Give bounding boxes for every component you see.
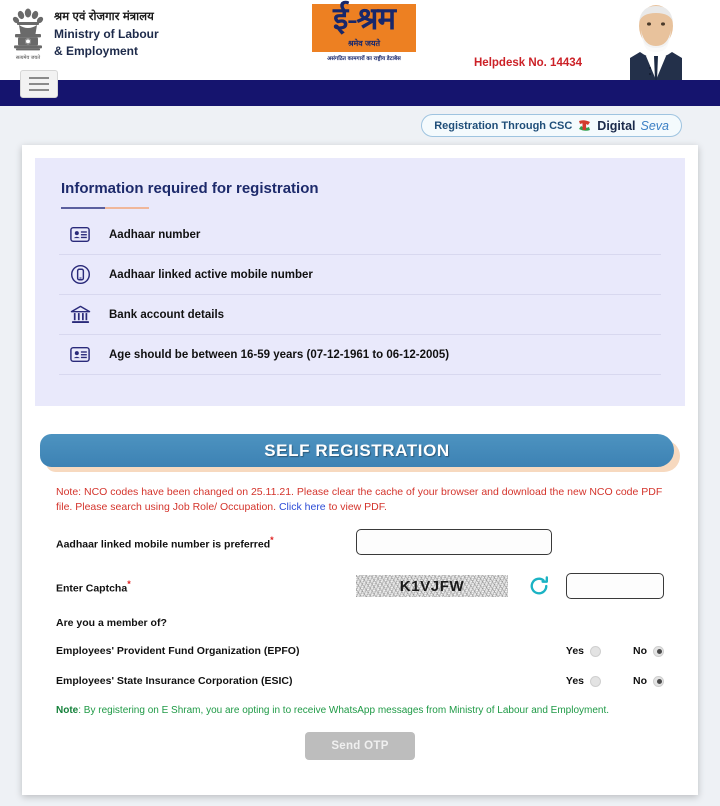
whatsapp-note-text: : By registering on E Shram, you are opt…: [78, 705, 610, 717]
ministry-name-english-l1: Ministry of Labour: [54, 26, 159, 41]
nco-code-note: Note: NCO codes have been changed on 25.…: [56, 485, 664, 515]
list-item-label: Aadhaar linked active mobile number: [109, 268, 313, 281]
mobile-number-label-text: Aadhaar linked mobile number is preferre…: [56, 538, 271, 551]
send-otp-button[interactable]: Send OTP: [305, 732, 415, 761]
captcha-label-text: Enter Captcha: [56, 582, 128, 595]
info-requirement-list: Aadhaar number Aadhaar linked active mob…: [59, 215, 661, 375]
self-registration-banner: SELF REGISTRATION: [40, 434, 680, 472]
seva-label: Seva: [640, 118, 670, 133]
banner-body: SELF REGISTRATION: [40, 434, 674, 467]
list-item: Aadhaar number: [59, 215, 661, 255]
ministry-name-english-l2: & Employment: [54, 44, 139, 59]
epfo-membership-row: Employees' Provident Fund Organization (…: [56, 645, 664, 657]
esic-yes-radio[interactable]: [590, 675, 601, 687]
list-item: Bank account details: [59, 295, 661, 335]
esic-yes-label: Yes: [565, 675, 584, 688]
submit-row: Send OTP: [56, 732, 664, 761]
whatsapp-note-bold: Note: [56, 705, 79, 717]
required-asterisk: *: [270, 534, 274, 545]
id-card-icon: [69, 344, 91, 366]
mobile-circle-icon: [69, 264, 91, 286]
epfo-yes-radio[interactable]: [590, 645, 601, 657]
esic-no-label: No: [633, 675, 647, 688]
captcha-label: Enter Captcha*: [56, 579, 356, 595]
esic-membership-row: Employees' State Insurance Corporation (…: [56, 675, 664, 687]
membership-question: Are you a member of?: [56, 617, 167, 630]
info-panel-title: Information required for registration: [61, 180, 319, 197]
eshram-logo[interactable]: ई-श्रम श्रमेव जयते असंगठित कामगारों का र…: [303, 1, 425, 62]
banner-title: SELF REGISTRATION: [264, 440, 450, 460]
ashoka-emblem-icon: सत्यमेव जयते: [10, 6, 46, 68]
registration-form: Aadhaar linked mobile number is preferre…: [22, 529, 698, 761]
hamburger-icon-line: [29, 89, 49, 91]
hamburger-menu-button[interactable]: [20, 70, 58, 98]
refresh-icon[interactable]: [526, 573, 552, 599]
esic-no-radio[interactable]: [653, 675, 664, 687]
captcha-input[interactable]: [566, 573, 664, 600]
registration-card: Information required for registration Aa…: [22, 145, 698, 795]
whatsapp-consent-note: Note: By registering on E Shram, you are…: [56, 705, 664, 716]
site-header: सत्यमेव जयते श्रम एवं रोजगार मंत्रालय Mi…: [0, 0, 720, 80]
hamburger-icon-line: [29, 83, 49, 85]
helpdesk-number: Helpdesk No. 14434: [474, 57, 583, 69]
csc-badge-label: Registration Through CSC: [434, 119, 573, 132]
mobile-number-label: Aadhaar linked mobile number is preferre…: [56, 535, 356, 551]
ministry-name: श्रम एवं रोजगार मंत्रालय Ministry of Lab…: [54, 6, 159, 60]
nco-pdf-link[interactable]: Click here: [279, 501, 326, 513]
eshram-logo-word: ई-श्रम: [332, 1, 396, 36]
registration-through-csc-button[interactable]: Registration Through CSC Digital Seva: [421, 114, 682, 137]
digital-label: Digital: [597, 118, 636, 133]
epfo-label: Employees' Provident Fund Organization (…: [56, 645, 300, 658]
nco-note-part2: to view PDF.: [325, 501, 387, 514]
emblem-motto: सत्यमेव जयते: [16, 54, 40, 61]
epfo-no-label: No: [633, 645, 647, 658]
ministry-logo-block: सत्यमेव जयते श्रम एवं रोजगार मंत्रालय Mi…: [10, 6, 159, 68]
information-required-panel: Information required for registration Aa…: [35, 158, 685, 406]
prime-minister-photo: [610, 0, 702, 80]
eshram-logo-tagline: असंगठित कामगारों का राष्ट्रीय डेटाबेस: [327, 56, 401, 62]
list-item: Age should be between 16-59 years (07-12…: [59, 335, 661, 375]
hamburger-icon-line: [29, 77, 49, 79]
epfo-no-radio[interactable]: [653, 645, 664, 657]
list-item-label: Aadhaar number: [109, 228, 201, 241]
list-item: Aadhaar linked active mobile number: [59, 255, 661, 295]
eshram-logo-subtitle: श्रमेव जयते: [347, 39, 381, 48]
epfo-radio-group: Yes No: [566, 645, 664, 657]
captcha-image: K1VJFW: [356, 575, 508, 598]
csc-logo-icon: [577, 118, 592, 133]
epfo-yes-label: Yes: [565, 645, 584, 658]
bank-icon: [69, 304, 91, 326]
list-item-label: Bank account details: [109, 308, 225, 321]
eshram-logo-mark: ई-श्रम श्रमेव जयते: [312, 1, 416, 52]
ministry-name-hindi: श्रम एवं रोजगार मंत्रालय: [54, 11, 154, 23]
id-card-icon: [69, 224, 91, 246]
esic-label: Employees' State Insurance Corporation (…: [56, 675, 293, 688]
mobile-number-row: Aadhaar linked mobile number is preferre…: [56, 529, 664, 556]
mobile-number-input[interactable]: [356, 529, 552, 556]
required-asterisk: *: [127, 578, 131, 589]
info-panel-underline: [61, 207, 149, 209]
main-navbar: [0, 70, 720, 106]
list-item-label: Age should be between 16-59 years (07-12…: [109, 348, 450, 361]
esic-radio-group: Yes No: [566, 675, 664, 687]
csc-badge-strip: Registration Through CSC Digital Seva: [0, 106, 720, 143]
captcha-row: Enter Captcha* K1VJFW: [56, 573, 664, 600]
